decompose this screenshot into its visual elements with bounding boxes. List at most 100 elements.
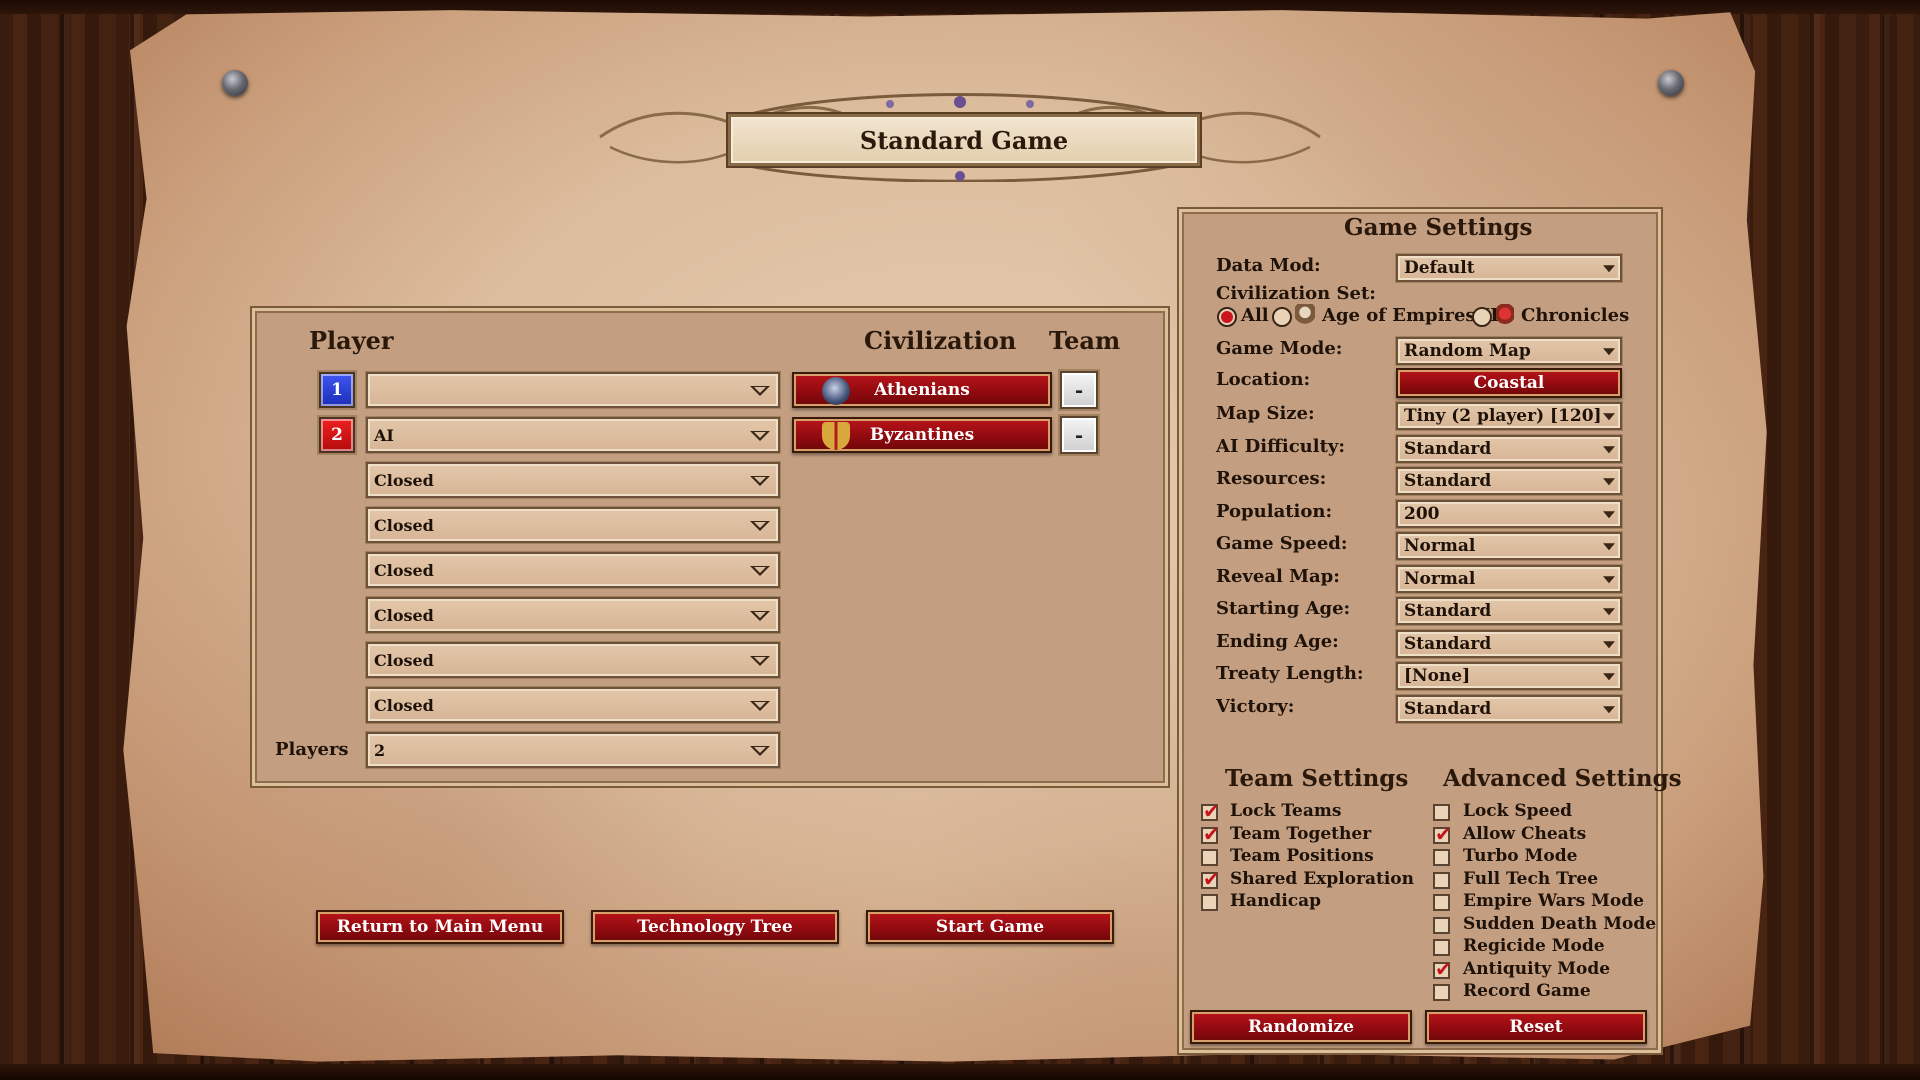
chevron-down-icon xyxy=(750,521,770,531)
lock-teams-label: Lock Teams xyxy=(1230,801,1342,821)
chevron-down-icon xyxy=(1603,576,1615,584)
ending-age-value: Standard xyxy=(1404,634,1492,654)
civ-set-aoe2-radio[interactable] xyxy=(1272,307,1292,327)
data-mod-value: Default xyxy=(1404,258,1475,278)
antiquity-mode-label: Antiquity Mode xyxy=(1463,959,1611,979)
technology-tree-button[interactable]: Technology Tree xyxy=(591,910,839,944)
athenians-emblem-icon xyxy=(822,377,850,405)
handicap-label: Handicap xyxy=(1230,891,1322,911)
data-mod-dropdown[interactable]: Default xyxy=(1396,254,1622,282)
population-label: Population: xyxy=(1216,501,1333,522)
ai-difficulty-value: Standard xyxy=(1404,439,1492,459)
antiquity-mode-checkbox[interactable] xyxy=(1433,957,1452,981)
player-4-slot-dropdown[interactable]: Closed xyxy=(366,507,780,543)
player-4-slot-value: Closed xyxy=(374,515,434,535)
chevron-down-icon xyxy=(1603,706,1615,714)
player-3-slot-dropdown[interactable]: Closed xyxy=(366,462,780,498)
player-2-team-button[interactable]: - xyxy=(1060,416,1098,454)
game-mode-label: Game Mode: xyxy=(1216,338,1343,359)
randomize-button[interactable]: Randomize xyxy=(1190,1010,1412,1044)
chevron-down-icon xyxy=(1603,413,1615,421)
player-header: Player xyxy=(309,326,394,355)
player-8-slot-value: Closed xyxy=(374,695,434,715)
chevron-down-icon xyxy=(750,656,770,666)
player-6-slot-dropdown[interactable]: Closed xyxy=(366,597,780,633)
chevron-down-icon xyxy=(1603,608,1615,616)
full-tech-tree-checkbox[interactable] xyxy=(1433,872,1450,889)
chevron-down-icon xyxy=(1603,265,1615,273)
players-count-dropdown[interactable]: 2 xyxy=(366,732,780,768)
population-value: 200 xyxy=(1404,504,1440,524)
chevron-down-icon xyxy=(1603,673,1615,681)
treaty-length-dropdown[interactable]: [None] xyxy=(1396,662,1622,690)
team-settings-header: Team Settings xyxy=(1225,765,1409,792)
chevron-down-icon xyxy=(750,701,770,711)
player-2-civ-button[interactable]: Byzantines xyxy=(792,417,1052,453)
ai-difficulty-dropdown[interactable]: Standard xyxy=(1396,435,1622,463)
advanced-settings-header: Advanced Settings xyxy=(1443,765,1682,792)
game-mode-dropdown[interactable]: Random Map xyxy=(1396,337,1622,365)
turbo-mode-checkbox[interactable] xyxy=(1433,849,1450,866)
ending-age-dropdown[interactable]: Standard xyxy=(1396,630,1622,658)
start-game-button[interactable]: Start Game xyxy=(866,910,1114,944)
map-size-dropdown[interactable]: Tiny (2 player) [120] xyxy=(1396,402,1622,430)
player-1-civ-label: Athenians xyxy=(874,380,970,400)
lock-teams-checkbox[interactable] xyxy=(1201,799,1220,823)
civ-set-all-radio[interactable] xyxy=(1217,307,1237,327)
players-count-value: 2 xyxy=(374,740,386,760)
victory-dropdown[interactable]: Standard xyxy=(1396,695,1622,723)
player-5-slot-value: Closed xyxy=(374,560,434,580)
chevron-down-icon xyxy=(750,386,770,396)
chevron-down-icon xyxy=(750,746,770,756)
player-6-slot-value: Closed xyxy=(374,605,434,625)
player-1-team-button[interactable]: - xyxy=(1060,371,1098,409)
game-settings-header: Game Settings xyxy=(1344,214,1533,241)
starting-age-label: Starting Age: xyxy=(1216,598,1351,619)
team-together-label: Team Together xyxy=(1230,824,1372,844)
shared-exploration-checkbox[interactable] xyxy=(1201,867,1220,891)
reveal-map-value: Normal xyxy=(1404,569,1476,589)
player-1-slot-dropdown[interactable] xyxy=(366,372,780,408)
chronicles-helmet-icon xyxy=(1496,304,1514,328)
return-to-main-menu-button[interactable]: Return to Main Menu xyxy=(316,910,564,944)
record-game-checkbox[interactable] xyxy=(1433,984,1450,1001)
aoe2-helmet-icon xyxy=(1295,304,1315,328)
handicap-checkbox[interactable] xyxy=(1201,894,1218,911)
chevron-down-icon xyxy=(1603,641,1615,649)
reveal-map-dropdown[interactable]: Normal xyxy=(1396,565,1622,593)
civ-set-chronicles-radio[interactable] xyxy=(1472,307,1492,327)
sudden-death-mode-checkbox[interactable] xyxy=(1433,917,1450,934)
resources-value: Standard xyxy=(1404,471,1492,491)
map-size-label: Map Size: xyxy=(1216,403,1315,424)
shared-exploration-label: Shared Exploration xyxy=(1230,869,1414,889)
starting-age-dropdown[interactable]: Standard xyxy=(1396,597,1622,625)
empire-wars-mode-checkbox[interactable] xyxy=(1433,894,1450,911)
reset-button[interactable]: Reset xyxy=(1425,1010,1647,1044)
civ-set-all-label: All xyxy=(1241,305,1269,326)
regicide-mode-checkbox[interactable] xyxy=(1433,939,1450,956)
wood-top-band xyxy=(0,0,1920,14)
chevron-down-icon xyxy=(750,611,770,621)
player-8-slot-dropdown[interactable]: Closed xyxy=(366,687,780,723)
population-dropdown[interactable]: 200 xyxy=(1396,500,1622,528)
player-2-color-badge[interactable]: 2 xyxy=(319,417,355,453)
player-2-slot-dropdown[interactable]: AI xyxy=(366,417,780,453)
turbo-mode-label: Turbo Mode xyxy=(1463,846,1578,866)
player-5-slot-dropdown[interactable]: Closed xyxy=(366,552,780,588)
allow-cheats-checkbox[interactable] xyxy=(1433,822,1452,846)
regicide-mode-label: Regicide Mode xyxy=(1463,936,1605,956)
team-positions-checkbox[interactable] xyxy=(1201,849,1218,866)
location-button[interactable]: Coastal xyxy=(1396,368,1622,398)
game-speed-label: Game Speed: xyxy=(1216,533,1348,554)
wood-bottom-band xyxy=(0,1064,1920,1080)
player-1-civ-button[interactable]: Athenians xyxy=(792,372,1052,408)
resources-dropdown[interactable]: Standard xyxy=(1396,467,1622,495)
player-1-color-badge[interactable]: 1 xyxy=(319,372,355,408)
team-together-checkbox[interactable] xyxy=(1201,822,1220,846)
player-7-slot-value: Closed xyxy=(374,650,434,670)
chevron-down-icon xyxy=(1603,543,1615,551)
record-game-label: Record Game xyxy=(1463,981,1591,1001)
game-speed-dropdown[interactable]: Normal xyxy=(1396,532,1622,560)
lock-speed-checkbox[interactable] xyxy=(1433,804,1450,821)
player-7-slot-dropdown[interactable]: Closed xyxy=(366,642,780,678)
